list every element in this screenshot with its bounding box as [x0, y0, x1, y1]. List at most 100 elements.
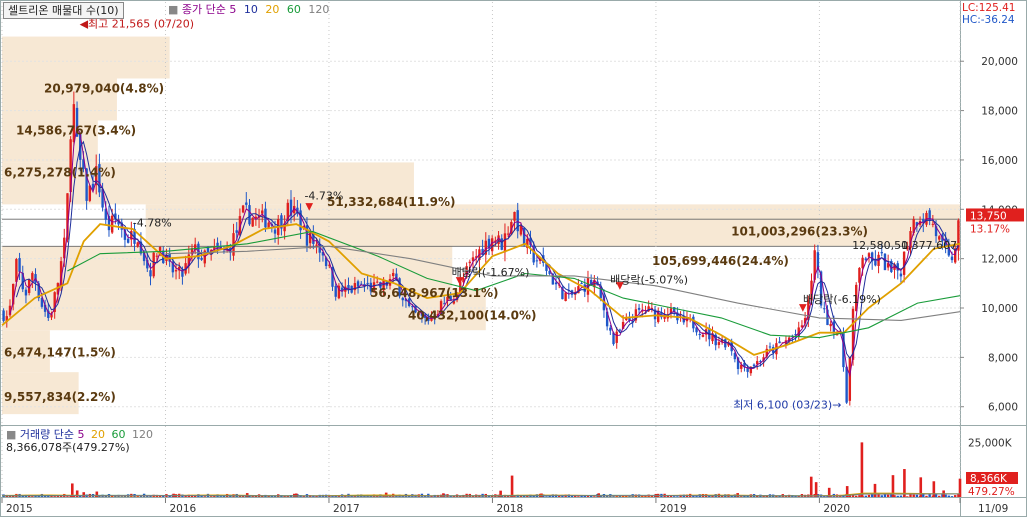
volume-bar — [612, 496, 615, 497]
volume-bar — [928, 494, 931, 497]
volume-bar — [593, 496, 596, 497]
volume-profile-bar — [2, 36, 170, 79]
volume-bar — [915, 494, 919, 497]
candle-body — [356, 281, 360, 287]
candle-body — [823, 308, 826, 310]
low-annotation: 최저 6,100 (03/23)→ — [733, 398, 841, 411]
candle-body — [251, 217, 254, 227]
dividend-marker-icon: ▼ — [616, 280, 624, 291]
volume-bar — [867, 494, 871, 497]
volume-bar — [886, 494, 890, 497]
volume-profile-label: 20,979,040(4.8%) — [44, 81, 164, 95]
candle-body — [334, 285, 337, 297]
candle-body — [31, 273, 34, 280]
volume-bar — [950, 496, 954, 497]
candle-body — [155, 255, 159, 257]
price-chart[interactable]: 6,0008,00010,00012,00014,00016,00018,000… — [0, 0, 1027, 517]
x-tick-label: 2015 — [6, 503, 33, 515]
candle-body — [174, 270, 178, 272]
volume-profile-label: 51,332,684(11.9%) — [327, 195, 456, 209]
candle-body — [200, 257, 203, 260]
candle-body — [564, 292, 567, 302]
lc-label: LC:125.41 — [962, 2, 1016, 14]
stock-legend-label: 셀트리온 매물대 수(10) — [8, 4, 119, 17]
vol-ma20-label: 20 — [91, 428, 106, 441]
candle-body — [883, 253, 887, 271]
x-tick-label: 11/09 — [978, 503, 1008, 515]
ma60-label: 60 — [286, 3, 301, 16]
volume-spike-bar — [860, 442, 864, 497]
dividend-marker-icon: ▼ — [305, 201, 313, 212]
volume-bar — [870, 494, 874, 497]
candle-body — [615, 331, 618, 343]
candle-body — [24, 289, 28, 296]
volume-bar — [273, 496, 277, 497]
candle-body — [506, 233, 510, 235]
candle-body — [503, 233, 507, 253]
volume-profile-label: 101,003,296(23.3%) — [731, 225, 868, 239]
volume-bar — [899, 495, 903, 497]
candle-body — [950, 256, 954, 261]
candle-body — [235, 230, 238, 233]
y-tick-label: 16,000 — [981, 155, 1018, 167]
volume-bar — [909, 494, 912, 497]
high-annotation: ◀최고 21,565 (07/20) — [80, 18, 194, 31]
current-change-label: 13.17% — [970, 223, 1010, 235]
volume-bar — [695, 496, 698, 497]
volume-bar — [912, 494, 915, 497]
candle-body — [273, 229, 277, 234]
candle-body — [535, 260, 539, 262]
volume-bar — [740, 496, 743, 497]
volume-legend[interactable]: ■ 거래량 단순 5 20 60 120 — [6, 428, 153, 442]
volume-profile-label: 6,474,147(1.5%) — [4, 345, 116, 359]
candle-body — [513, 211, 516, 221]
candle-body — [267, 222, 270, 228]
x-tick-label: 2020 — [823, 503, 850, 515]
candle-body — [500, 238, 503, 250]
candle-body — [880, 252, 883, 254]
volume-spike-bar — [932, 481, 936, 497]
ma5-label: 5 — [229, 3, 237, 16]
volume-profile-label: 6,275,278(1.4%) — [4, 165, 116, 179]
candle-body — [136, 242, 139, 247]
y-tick-label: 10,000 — [981, 303, 1018, 315]
candle-body — [315, 244, 318, 246]
candle-body — [637, 307, 641, 310]
current-price-label: 13,750 — [970, 210, 1007, 222]
candle-body — [126, 238, 130, 243]
candle-body — [554, 282, 558, 285]
event-annotation: 12,580,50 — [852, 239, 908, 252]
dividend-marker-icon: ▼ — [799, 302, 807, 313]
price-ma-legend[interactable]: ■ 종가 단순 5 10 20 60 120 — [168, 3, 329, 17]
volume-bar — [672, 496, 676, 497]
volume-profile-label: 105,699,446(24.4%) — [652, 254, 789, 268]
volume-profile-label: 56,648,967(13.1%) — [370, 286, 499, 300]
event-annotation: -4.78% — [133, 217, 172, 230]
volume-bar — [53, 496, 56, 497]
volume-bar — [938, 495, 941, 497]
volume-spike-bar — [294, 493, 298, 497]
candle-body — [829, 323, 832, 327]
candle-body — [2, 310, 5, 321]
volume-bar — [925, 495, 928, 497]
volume-bar — [858, 495, 861, 497]
candle-body — [110, 215, 114, 233]
vol-ma120-label: 120 — [132, 428, 154, 441]
candle-body — [701, 334, 705, 337]
candle-body — [245, 202, 248, 205]
candle-body — [366, 282, 369, 284]
candle-body — [752, 364, 756, 367]
candle-body — [768, 346, 772, 348]
y-tick-label: 18,000 — [981, 106, 1018, 118]
stock-legend[interactable]: 셀트리온 매물대 수(10) — [3, 2, 124, 19]
legend-square-icon: ■ — [168, 3, 179, 16]
candle-body — [717, 342, 721, 345]
volume-bar — [922, 494, 925, 497]
volume-bar — [209, 496, 213, 497]
event-annotation: 배당락(-6.19%) — [803, 293, 881, 306]
candle-body — [248, 205, 251, 225]
volume-bar — [203, 496, 206, 497]
price-legend-label: 종가 단순 — [181, 3, 226, 16]
candle-body — [580, 283, 583, 285]
ma120-label: 120 — [308, 3, 330, 16]
